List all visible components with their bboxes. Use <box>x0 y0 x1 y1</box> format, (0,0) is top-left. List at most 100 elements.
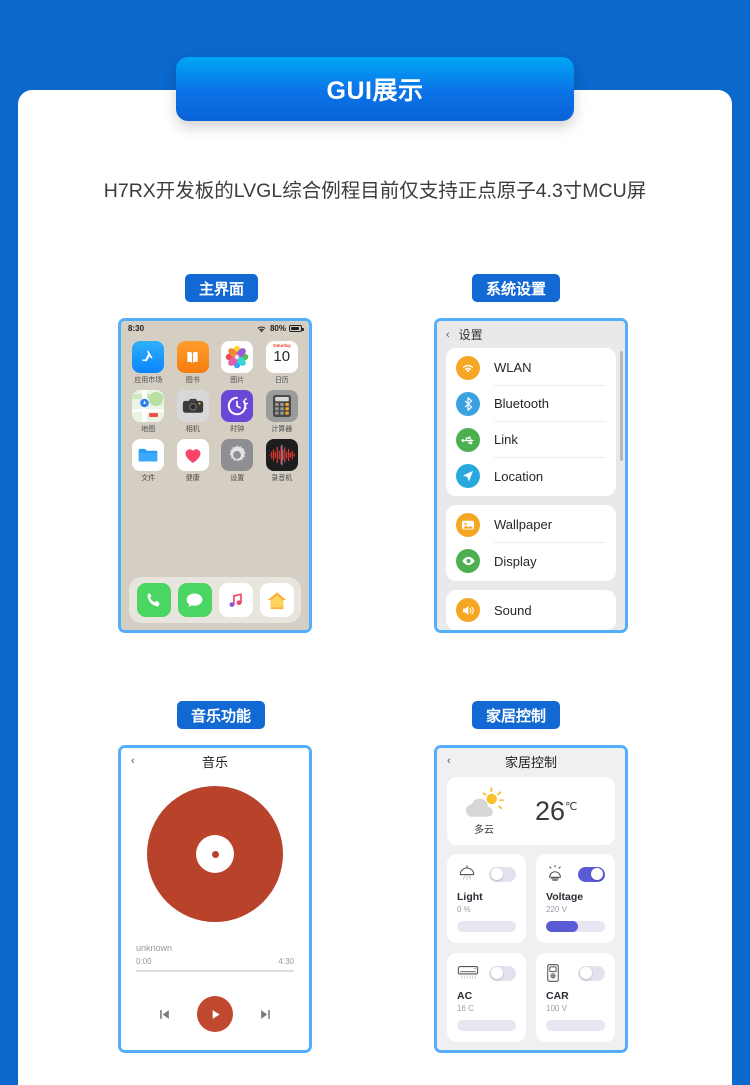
app-icon-settings[interactable]: 设置 <box>219 439 256 483</box>
device-name: AC <box>457 990 473 1002</box>
device-name: Light <box>457 891 483 903</box>
app-label: 应用市场 <box>134 377 163 384</box>
battery-icon <box>289 324 304 332</box>
ac-icon <box>457 966 479 979</box>
bulb-icon <box>549 865 561 881</box>
app-icon-appstore[interactable]: 应用市场 <box>130 341 167 385</box>
dock <box>129 577 301 623</box>
settings-label: Location <box>494 468 544 484</box>
settings-label: Link <box>494 422 606 458</box>
app-icon-maps[interactable]: 地图 <box>130 390 167 434</box>
settings-row-display[interactable]: Display <box>446 543 616 579</box>
status-battery-pct: 80% <box>269 323 286 333</box>
progress-bar[interactable] <box>136 970 294 972</box>
music-screen: ‹ 音乐 unknown 0:00 4:30 <box>121 748 309 1050</box>
elapsed-time: 0:00 <box>136 957 152 966</box>
music-header: ‹ 音乐 <box>121 748 309 774</box>
bluetooth-icon <box>456 392 480 416</box>
settings-header: ‹ 设置 <box>437 321 625 348</box>
appstore-icon <box>132 341 165 373</box>
app-label: 计算器 <box>271 426 293 433</box>
app-label: 录音机 <box>271 475 293 482</box>
app-icon-voice-memos[interactable]: 录音机 <box>264 439 301 483</box>
settings-row-sound[interactable]: Sound <box>446 592 616 628</box>
settings-row-location[interactable]: Location <box>446 458 616 494</box>
car-toggle[interactable] <box>578 965 605 981</box>
app-label: 图书 <box>185 377 200 384</box>
app-label: 文件 <box>141 475 156 482</box>
location-icon <box>456 464 480 488</box>
home-control-title: 家居控制 <box>504 754 557 770</box>
device-card-voltage[interactable]: Voltage 220 V <box>536 854 615 943</box>
ac-toggle[interactable] <box>489 965 516 981</box>
messages-icon[interactable] <box>177 583 212 617</box>
device-value: 220 V <box>546 905 567 914</box>
light-toggle[interactable] <box>489 866 516 882</box>
settings-row-wallpaper[interactable]: Wallpaper <box>446 507 616 543</box>
home-control-screen: ‹ 家居控制 多云 26℃ Light 0 % Voltage 220 V AC… <box>437 748 625 1050</box>
calendar-icon: Saturday 10 <box>265 341 298 373</box>
app-label: 图片 <box>230 377 245 384</box>
home-control-frame: ‹ 家居控制 多云 26℃ Light 0 % Voltage 220 V AC… <box>434 745 628 1053</box>
lamp-icon <box>459 865 475 880</box>
settings-label: Sound <box>494 602 532 618</box>
settings-row-bluetooth[interactable]: Bluetooth <box>446 386 616 422</box>
play-icon[interactable] <box>197 996 233 1032</box>
playback-controls <box>121 996 309 1032</box>
device-name: Voltage <box>546 891 584 903</box>
duration-time: 4:30 <box>278 957 294 966</box>
disc-center-dot <box>211 850 219 858</box>
app-icon-files[interactable]: 文件 <box>130 439 167 483</box>
ac-slider[interactable] <box>457 1020 516 1031</box>
page-subtitle: H7RX开发板的LVGL综合例程目前仅支持正点原子4.3寸MCU屏 <box>103 180 647 202</box>
photos-icon <box>221 341 254 373</box>
image-icon <box>456 513 480 537</box>
weather-card: 多云 26℃ <box>447 777 615 845</box>
light-slider[interactable] <box>457 921 516 932</box>
settings-row-wlan[interactable]: WLAN <box>446 350 616 386</box>
app-icon-clock[interactable]: 时钟 <box>219 390 256 434</box>
music-note-icon[interactable] <box>218 583 253 617</box>
car-slider[interactable] <box>546 1020 605 1031</box>
voice-memos-icon <box>265 439 298 471</box>
section-label-settings: 系统设置 <box>472 274 561 302</box>
voltage-slider[interactable] <box>546 921 605 932</box>
settings-row-link[interactable]: Link <box>446 422 616 458</box>
device-card-ac[interactable]: AC 16 C <box>447 953 526 1042</box>
app-icon-calculator[interactable]: 计算器 <box>264 390 301 434</box>
app-label: 时钟 <box>230 426 245 433</box>
device-card-car[interactable]: CAR 100 V <box>536 953 615 1042</box>
previous-track-icon[interactable] <box>158 1008 171 1021</box>
app-icon-photos[interactable]: 图片 <box>219 341 256 385</box>
chevron-left-icon[interactable]: ‹ <box>447 755 451 767</box>
home-icon[interactable] <box>259 583 294 617</box>
page-card: H7RX开发板的LVGL综合例程目前仅支持正点原子4.3寸MCU屏 主界面 系统… <box>18 90 732 1085</box>
charger-icon <box>547 964 559 982</box>
device-name: CAR <box>546 990 569 1002</box>
app-grid: 应用市场 图书 图片 Saturday 10 日历 地图 相机 时钟 计算器 文… <box>121 335 309 483</box>
status-time: 8:30 <box>128 323 145 333</box>
gui-banner: GUI展示 <box>176 57 574 121</box>
settings-scrollbar[interactable] <box>620 351 623 461</box>
partly-cloudy-icon <box>465 787 504 817</box>
next-track-icon[interactable] <box>259 1008 272 1021</box>
settings-group-appearance: Wallpaper Display <box>446 505 616 581</box>
app-icon-camera[interactable]: 相机 <box>175 390 212 434</box>
calculator-icon <box>265 390 298 422</box>
device-value: 0 % <box>457 905 471 914</box>
app-icon-health[interactable]: 健康 <box>175 439 212 483</box>
voltage-toggle[interactable] <box>578 866 605 882</box>
app-icon-calendar[interactable]: Saturday 10 日历 <box>264 341 301 385</box>
wifi-icon <box>257 325 266 332</box>
settings-group-sound: Sound <box>446 590 616 630</box>
phone-icon[interactable] <box>136 583 171 617</box>
album-disc[interactable] <box>147 786 283 922</box>
disc-hole <box>196 835 234 873</box>
camera-icon <box>176 390 209 422</box>
app-label: 设置 <box>230 475 245 482</box>
chevron-left-icon[interactable]: ‹ <box>446 329 450 341</box>
app-icon-books[interactable]: 图书 <box>175 341 212 385</box>
section-label-home: 主界面 <box>185 274 259 302</box>
chevron-left-icon[interactable]: ‹ <box>131 755 135 767</box>
device-card-light[interactable]: Light 0 % <box>447 854 526 943</box>
